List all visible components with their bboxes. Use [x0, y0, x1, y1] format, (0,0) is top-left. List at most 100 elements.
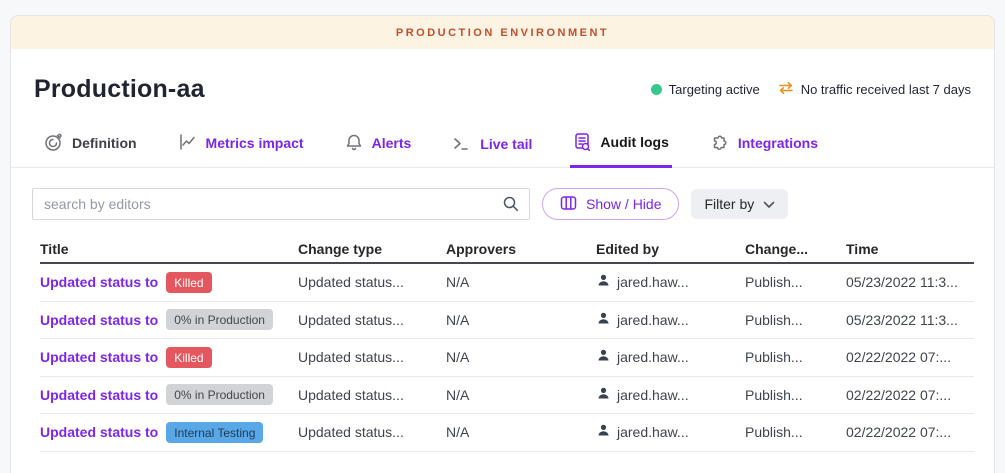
person-icon [596, 311, 611, 329]
title-cell: Updated status to 0% in Production [40, 309, 298, 330]
editor-name: jared.haw... [617, 424, 689, 440]
table-row[interactable]: Updated status to 0% in Production Updat… [40, 302, 974, 340]
page-header: Production-aa Targeting active No traffi… [11, 49, 994, 122]
targeting-status-label: Targeting active [669, 82, 760, 97]
approvers-cell: N/A [446, 274, 596, 290]
person-icon [596, 423, 611, 441]
tab-audit-logs-label: Audit logs [600, 134, 668, 150]
tab-metrics-impact[interactable]: Metrics impact [175, 123, 307, 168]
filter-by-button[interactable]: Filter by [691, 189, 788, 219]
traffic-status-label: No traffic received last 7 days [801, 82, 971, 97]
tab-alerts-label: Alerts [372, 135, 412, 151]
filter-by-label: Filter by [704, 196, 754, 212]
audit-log-table: Title Change type Approvers Edited by Ch… [40, 236, 974, 452]
approvers-cell: N/A [446, 387, 596, 403]
show-hide-label: Show / Hide [586, 196, 661, 212]
tab-bar: Definition Metrics impact Alerts [11, 122, 994, 168]
page-title: Production-aa [34, 75, 205, 104]
environment-banner: PRODUCTION ENVIRONMENT [11, 16, 994, 49]
change-cell: Publish... [745, 387, 846, 403]
change-cell: Publish... [745, 349, 846, 365]
puzzle-icon [710, 133, 729, 152]
time-cell: 05/23/2022 11:3... [846, 274, 974, 290]
status-group: Targeting active No traffic received las… [651, 81, 971, 98]
change-type-cell: Updated status... [298, 349, 446, 365]
status-badge: 0% in Production [166, 309, 273, 330]
tab-integrations[interactable]: Integrations [707, 123, 821, 168]
status-badge: Killed [166, 272, 211, 293]
show-hide-button[interactable]: Show / Hide [542, 188, 679, 220]
line-chart-icon [178, 133, 197, 152]
search-input[interactable] [32, 188, 530, 220]
title-link[interactable]: Updated status to [40, 424, 158, 440]
tab-definition[interactable]: Definition [41, 123, 140, 168]
audit-log-document-icon [573, 132, 591, 152]
audit-toolbar: Show / Hide Filter by [11, 168, 994, 236]
change-type-cell: Updated status... [298, 312, 446, 328]
table-row[interactable]: Updated status to Internal Testing Updat… [40, 414, 974, 452]
editor-name: jared.haw... [617, 274, 689, 290]
title-cell: Updated status to Killed [40, 272, 298, 293]
approvers-cell: N/A [446, 424, 596, 440]
column-header-approvers: Approvers [446, 241, 596, 257]
terminal-icon [452, 135, 471, 152]
time-cell: 02/22/2022 07:... [846, 387, 974, 403]
title-link[interactable]: Updated status to [40, 312, 158, 328]
column-header-title: Title [40, 241, 298, 257]
change-type-cell: Updated status... [298, 387, 446, 403]
targeting-status: Targeting active [651, 82, 760, 97]
change-cell: Publish... [745, 424, 846, 440]
column-header-time: Time [846, 241, 974, 257]
time-cell: 02/22/2022 07:... [846, 349, 974, 365]
approvers-cell: N/A [446, 312, 596, 328]
bell-icon [345, 133, 363, 152]
chevron-down-icon [763, 196, 775, 212]
columns-icon [560, 195, 577, 214]
editor-name: jared.haw... [617, 312, 689, 328]
targeting-active-dot-icon [651, 84, 662, 95]
person-icon [596, 386, 611, 404]
edited-by-cell: jared.haw... [596, 386, 745, 404]
person-icon [596, 348, 611, 366]
title-cell: Updated status to 0% in Production [40, 384, 298, 405]
title-link[interactable]: Updated status to [40, 387, 158, 403]
status-badge: Internal Testing [166, 422, 263, 443]
change-type-cell: Updated status... [298, 424, 446, 440]
tab-alerts[interactable]: Alerts [342, 123, 415, 168]
title-link[interactable]: Updated status to [40, 349, 158, 365]
environment-banner-label: PRODUCTION ENVIRONMENT [396, 27, 609, 39]
person-icon [596, 273, 611, 291]
column-header-edited-by: Edited by [596, 241, 745, 257]
time-cell: 02/22/2022 07:... [846, 424, 974, 440]
tab-definition-label: Definition [72, 135, 137, 151]
title-cell: Updated status to Killed [40, 347, 298, 368]
table-row[interactable]: Updated status to 0% in Production Updat… [40, 377, 974, 415]
environment-card: PRODUCTION ENVIRONMENT Production-aa Tar… [10, 15, 995, 473]
edited-by-cell: jared.haw... [596, 423, 745, 441]
table-body: Updated status to Killed Updated status.… [40, 264, 974, 452]
tab-integrations-label: Integrations [738, 135, 818, 151]
editor-name: jared.haw... [617, 387, 689, 403]
edited-by-cell: jared.haw... [596, 273, 745, 291]
search-box [32, 188, 530, 220]
column-header-change-type: Change type [298, 241, 446, 257]
column-header-change: Change... [745, 241, 846, 257]
swap-arrows-icon [778, 81, 794, 98]
traffic-status: No traffic received last 7 days [778, 81, 971, 98]
title-link[interactable]: Updated status to [40, 274, 158, 290]
table-header-row: Title Change type Approvers Edited by Ch… [40, 236, 974, 264]
status-badge: 0% in Production [166, 384, 273, 405]
edited-by-cell: jared.haw... [596, 311, 745, 329]
time-cell: 05/23/2022 11:3... [846, 312, 974, 328]
status-badge: Killed [166, 347, 211, 368]
editor-name: jared.haw... [617, 349, 689, 365]
tab-audit-logs[interactable]: Audit logs [570, 122, 671, 168]
table-row[interactable]: Updated status to Killed Updated status.… [40, 264, 974, 302]
tab-live-tail-label: Live tail [480, 136, 532, 152]
change-type-cell: Updated status... [298, 274, 446, 290]
table-row[interactable]: Updated status to Killed Updated status.… [40, 339, 974, 377]
edited-by-cell: jared.haw... [596, 348, 745, 366]
definition-target-icon [44, 133, 63, 152]
title-cell: Updated status to Internal Testing [40, 422, 298, 443]
tab-live-tail[interactable]: Live tail [449, 125, 535, 168]
